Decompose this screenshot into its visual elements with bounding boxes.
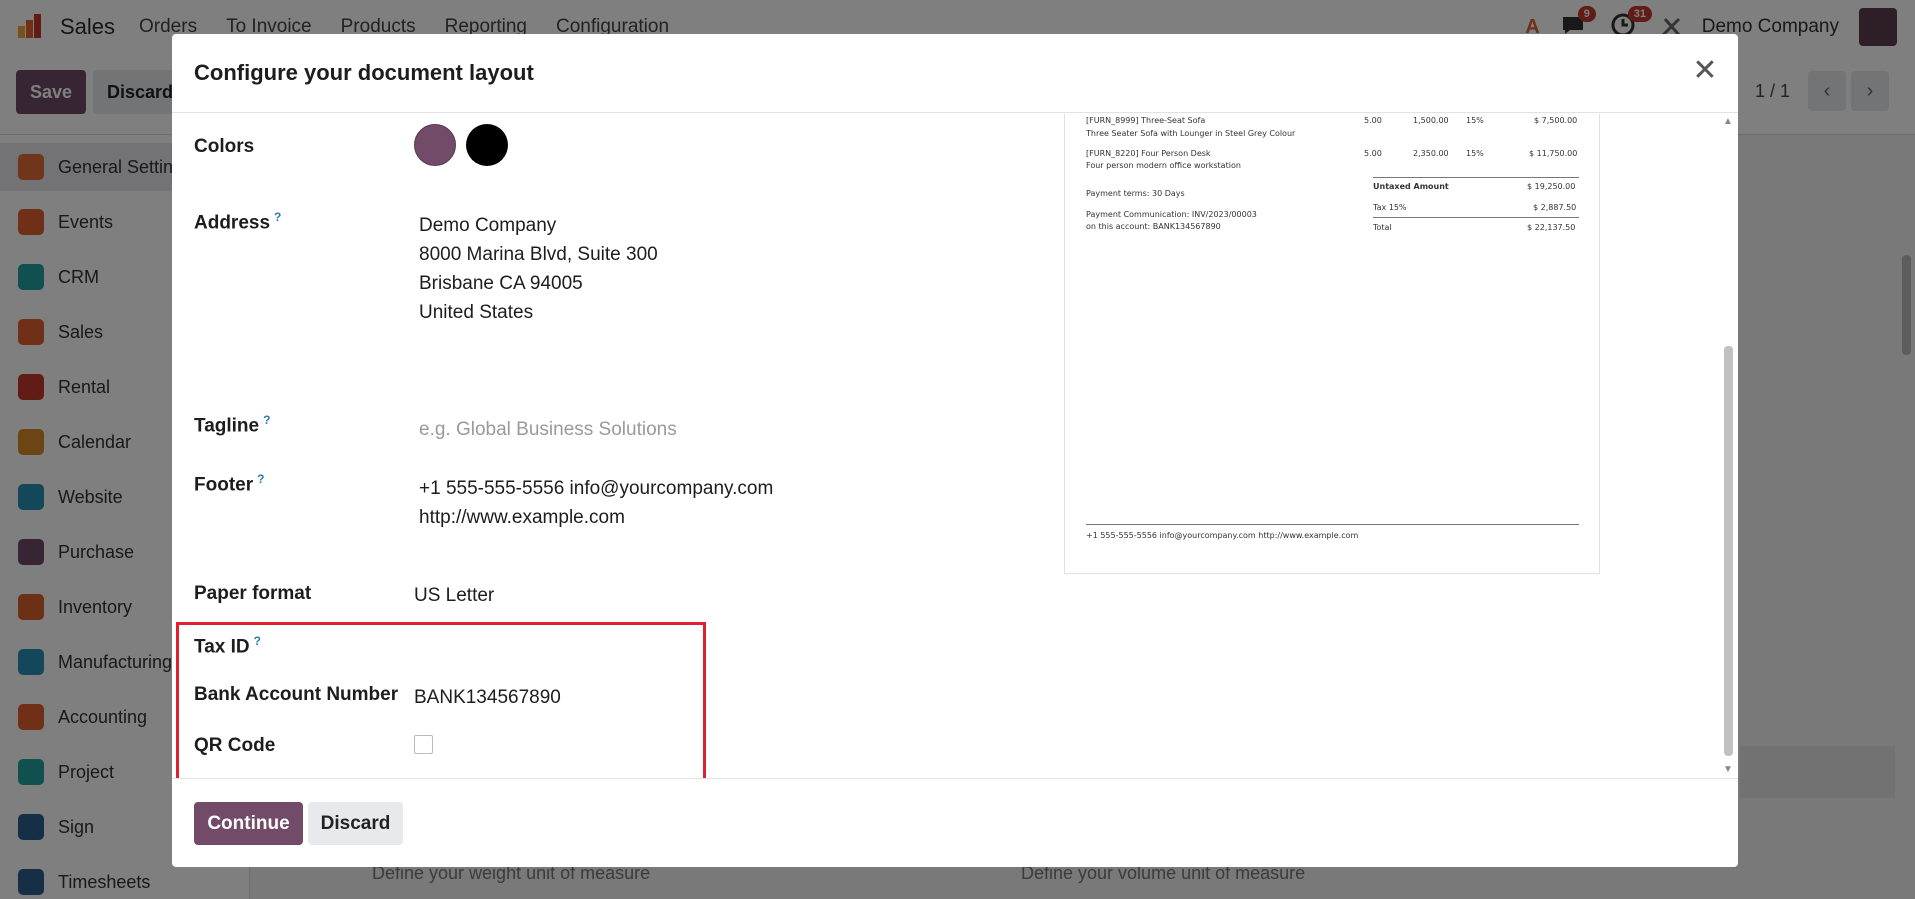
address-line: United States bbox=[419, 302, 534, 323]
scroll-down-icon[interactable]: ▼ bbox=[1722, 764, 1734, 776]
primary-color-swatch[interactable] bbox=[414, 124, 456, 166]
paper-format-select[interactable]: US Letter bbox=[414, 581, 494, 610]
document-layout-dialog: Configure your document layout ✕ Colors … bbox=[172, 34, 1738, 867]
footer-line: http://www.example.com bbox=[419, 507, 625, 528]
address-value: Demo Company 8000 Marina Blvd, Suite 300… bbox=[419, 211, 658, 327]
preview-row-name: [FURN_8220] Four Person Desk bbox=[1086, 149, 1211, 158]
preview-row-qty: 5.00 bbox=[1364, 149, 1382, 158]
preview-row-price: 2,350.00 bbox=[1413, 149, 1449, 158]
dialog-title: Configure your document layout bbox=[194, 60, 534, 85]
colors-label: Colors bbox=[194, 136, 255, 157]
preview-row-name: [FURN_8999] Three-Seat Sofa bbox=[1086, 116, 1206, 125]
preview-payment-terms: Payment terms: 30 Days bbox=[1086, 189, 1185, 198]
paper-format-label: Paper format bbox=[194, 583, 312, 604]
tagline-label: Tagline? bbox=[194, 413, 271, 437]
preview-row-desc: Four person modern office workstation bbox=[1086, 161, 1241, 170]
preview-untaxed-label: Untaxed Amount bbox=[1373, 182, 1449, 191]
preview-payment-communication: Payment Communication: INV/2023/00003 bbox=[1086, 210, 1257, 219]
scroll-up-icon[interactable]: ▲ bbox=[1722, 116, 1734, 128]
preview-footer-divider bbox=[1086, 524, 1579, 525]
preview-row-tax: 15% bbox=[1466, 149, 1484, 158]
continue-button[interactable]: Continue bbox=[194, 802, 303, 845]
dialog-footer: Continue Discard bbox=[172, 778, 1738, 867]
preview-untaxed-value: $ 19,250.00 bbox=[1527, 182, 1576, 191]
footer-line: +1 555-555-5556 info@yourcompany.com bbox=[419, 478, 774, 499]
preview-total-label: Total bbox=[1373, 223, 1392, 232]
dialog-header: Configure your document layout ✕ bbox=[172, 34, 1738, 113]
dialog-scrollbar[interactable]: ▲ ▼ bbox=[1722, 114, 1734, 778]
close-icon[interactable]: ✕ bbox=[1690, 56, 1720, 86]
preview-row-qty: 5.00 bbox=[1364, 116, 1382, 125]
help-icon[interactable]: ? bbox=[263, 413, 270, 427]
discard-button[interactable]: Discard bbox=[308, 802, 403, 845]
address-line: 8000 Marina Blvd, Suite 300 bbox=[419, 244, 658, 265]
highlight-annotation bbox=[176, 622, 706, 778]
document-preview: [FURN_8999] Three-Seat Sofa Three Seater… bbox=[1064, 114, 1600, 574]
preview-divider bbox=[1373, 177, 1579, 178]
preview-row-desc: Three Seater Sofa with Lounger in Steel … bbox=[1086, 129, 1296, 138]
preview-row-price: 1,500.00 bbox=[1413, 116, 1449, 125]
help-icon[interactable]: ? bbox=[274, 210, 281, 224]
tagline-input[interactable]: e.g. Global Business Solutions bbox=[419, 415, 677, 444]
preview-row-amount: $ 7,500.00 bbox=[1534, 116, 1578, 125]
address-line: Demo Company bbox=[419, 215, 557, 236]
preview-payment-account: on this account: BANK134567890 bbox=[1086, 222, 1221, 231]
footer-label: Footer? bbox=[194, 472, 265, 496]
preview-tax-label: Tax 15% bbox=[1373, 203, 1407, 212]
preview-total-value: $ 22,137.50 bbox=[1527, 223, 1576, 232]
dialog-body: Colors Address? Demo Company 8000 Marina… bbox=[172, 114, 1738, 778]
help-icon[interactable]: ? bbox=[257, 472, 264, 486]
address-line: Brisbane CA 94005 bbox=[419, 273, 583, 294]
preview-row-amount: $ 11,750.00 bbox=[1529, 149, 1578, 158]
footer-input[interactable]: +1 555-555-5556 info@yourcompany.com htt… bbox=[419, 474, 773, 532]
preview-divider bbox=[1373, 217, 1579, 218]
scrollbar-thumb[interactable] bbox=[1724, 346, 1733, 756]
preview-footer-text: +1 555-555-5556 info@yourcompany.com htt… bbox=[1086, 531, 1359, 540]
address-label: Address? bbox=[194, 210, 282, 234]
secondary-color-swatch[interactable] bbox=[466, 124, 508, 166]
preview-tax-value: $ 2,887.50 bbox=[1533, 203, 1577, 212]
preview-row-tax: 15% bbox=[1466, 116, 1484, 125]
